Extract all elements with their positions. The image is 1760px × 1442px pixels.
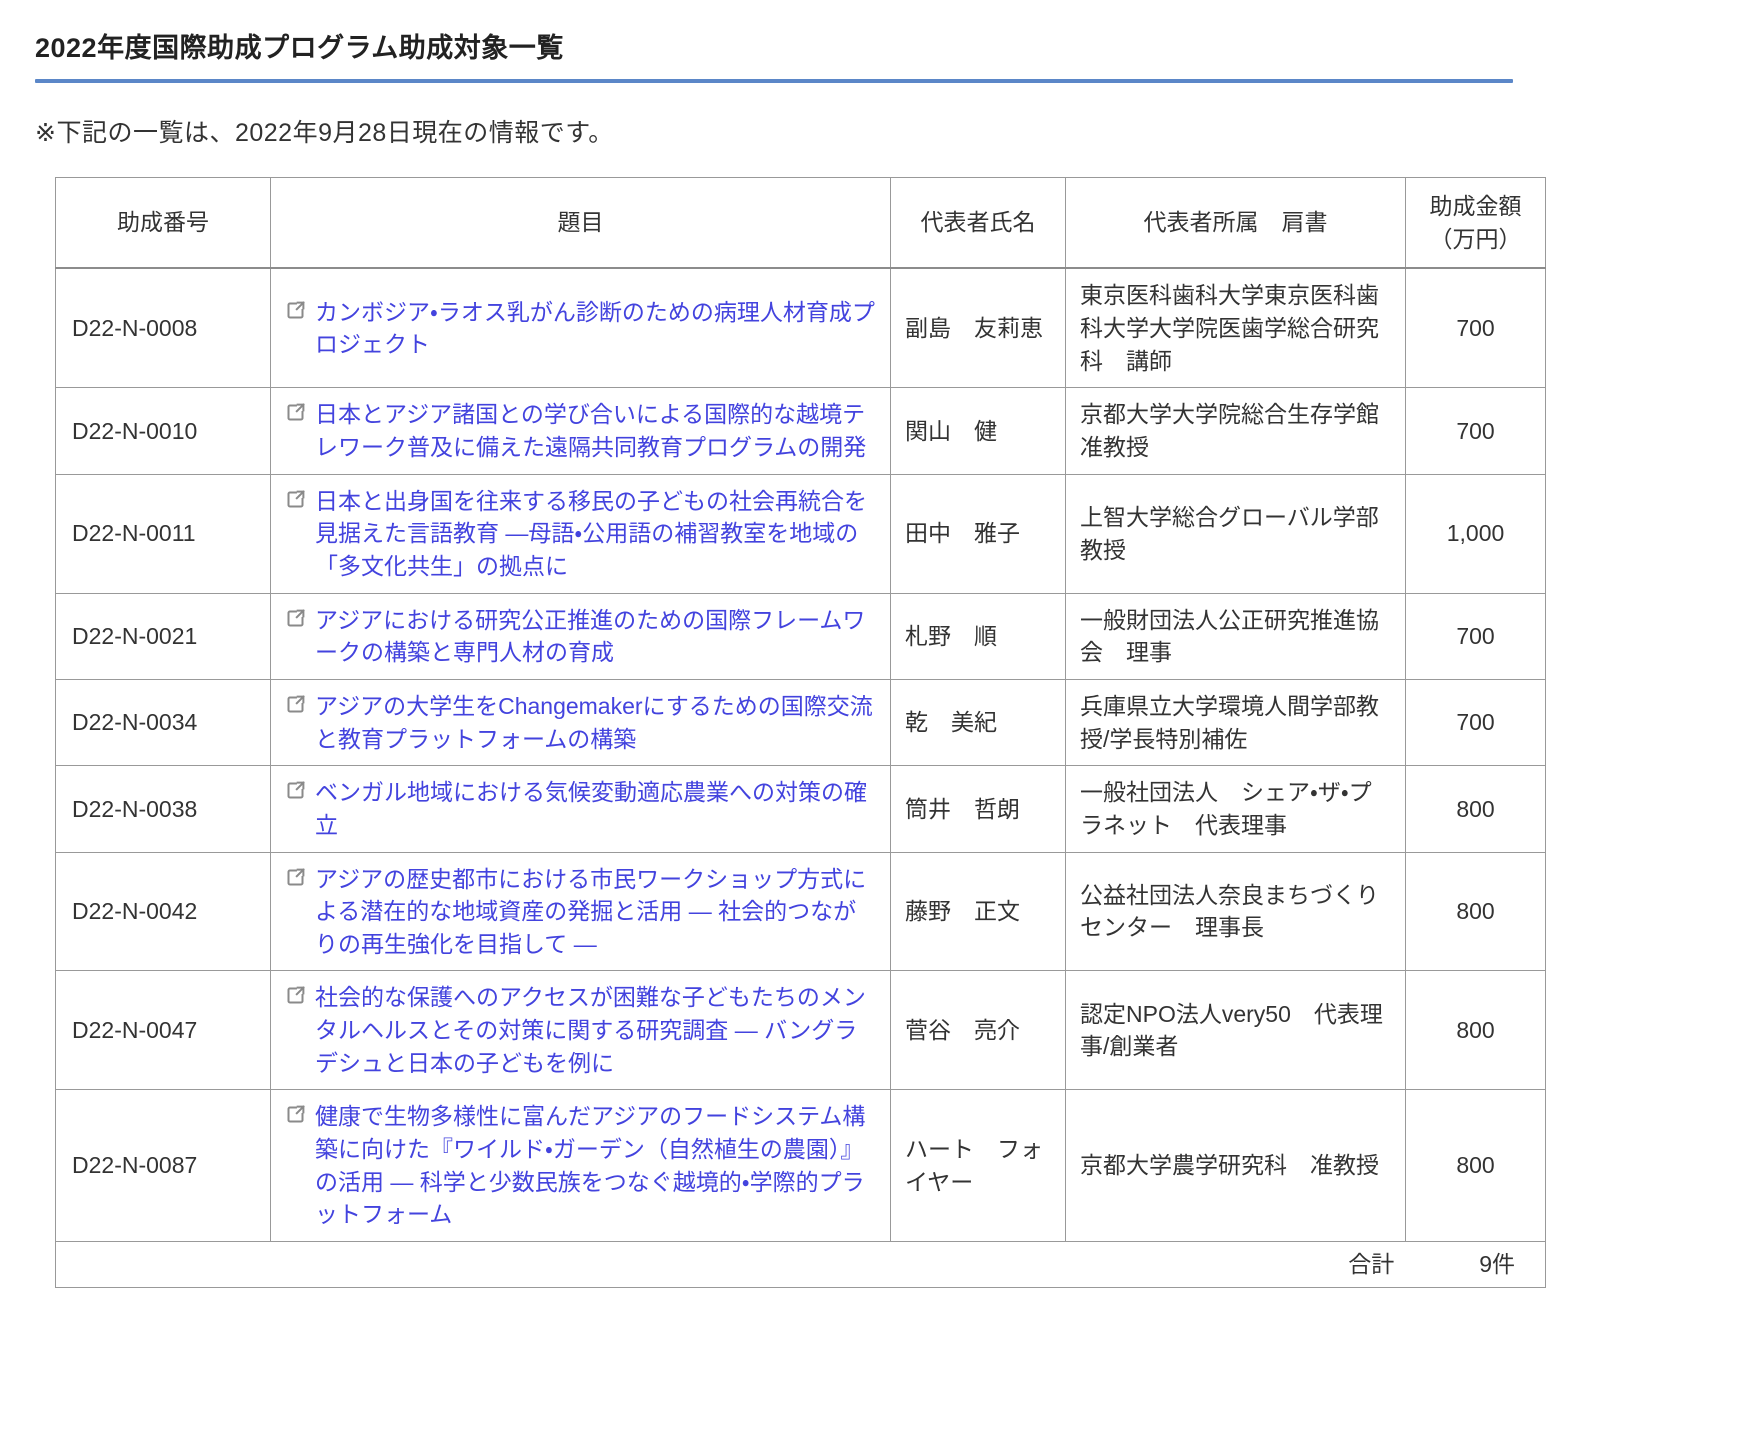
- grant-amount: 800: [1405, 1089, 1546, 1243]
- external-link-icon: [285, 780, 306, 801]
- header-project-title: 題目: [270, 177, 891, 270]
- table-row: D22-N-0011 日本と出身国を往来する移民の子どもの社会再統合を見据えた言…: [55, 473, 1546, 594]
- grant-number: D22-N-0010: [55, 387, 271, 475]
- grant-amount: 800: [1405, 851, 1546, 972]
- representative-name: 藤野 正文: [890, 851, 1066, 972]
- affiliation: 上智大学総合グローバル学部教授: [1065, 473, 1406, 594]
- external-link-icon: [285, 608, 306, 629]
- header-grant-number: 助成番号: [55, 177, 271, 270]
- external-link-icon: [285, 1104, 306, 1125]
- project-title-link[interactable]: アジアの歴史都市における市民ワークショップ方式による潜在的な地域資産の発掘と活用…: [315, 863, 876, 961]
- table-row: D22-N-0042 アジアの歴史都市における市民ワークショップ方式による潜在的…: [55, 851, 1546, 972]
- grant-amount: 700: [1405, 678, 1546, 767]
- project-title-link[interactable]: カンボジア・ラオス乳がん診断のための病理人材育成プロジェクト: [315, 296, 876, 361]
- page-title: 2022年度国際助成プログラム助成対象一覧: [35, 33, 564, 63]
- total-label: 合計: [1348, 1251, 1395, 1278]
- grant-number: D22-N-0087: [55, 1089, 271, 1243]
- table-row: D22-N-0038 ベンガル地域における気候変動適応農業への対策の確立 筒井 …: [55, 765, 1546, 853]
- grant-number: D22-N-0034: [55, 678, 271, 767]
- project-title-link[interactable]: 社会的な保護へのアクセスが困難な子どもたちのメンタルヘルスとその対策に関する研究…: [315, 981, 876, 1079]
- affiliation: 認定NPO法人very50 代表理事/創業者: [1065, 970, 1406, 1091]
- grant-number: D22-N-0047: [55, 970, 271, 1091]
- table-row: D22-N-0008 カンボジア・ラオス乳がん診断のための病理人材育成プロジェク…: [55, 267, 1546, 389]
- grant-number: D22-N-0008: [55, 267, 271, 389]
- project-title-link[interactable]: 日本とアジア諸国との学び合いによる国際的な越境テレワーク普及に備えた遠隔共同教育…: [315, 398, 876, 463]
- grant-amount: 700: [1405, 267, 1546, 389]
- external-link-icon: [285, 300, 306, 321]
- grant-amount: 700: [1405, 387, 1546, 475]
- affiliation: 一般財団法人公正研究推進協会 理事: [1065, 592, 1406, 680]
- project-title-link[interactable]: アジアの大学生をChangemakerにするための国際交流と教育プラットフォーム…: [315, 690, 876, 755]
- table-row: D22-N-0021 アジアにおける研究公正推進のための国際フレームワークの構築…: [55, 592, 1546, 680]
- representative-name: 関山 健: [890, 387, 1066, 475]
- external-link-icon: [285, 489, 306, 510]
- project-title-link[interactable]: ベンガル地域における気候変動適応農業への対策の確立: [315, 776, 876, 841]
- project-title-link[interactable]: 健康で生物多様性に富んだアジアのフードシステム構築に向けた『ワイルド・ガーデン（…: [315, 1100, 876, 1231]
- table-row: D22-N-0034 アジアの大学生をChangemakerにするための国際交流…: [55, 678, 1546, 767]
- table-row: D22-N-0047 社会的な保護へのアクセスが困難な子どもたちのメンタルヘルス…: [55, 970, 1546, 1091]
- header-affiliation: 代表者所属 肩書: [1065, 177, 1406, 270]
- page-content: 2022年度国際助成プログラム助成対象一覧 ※下記の一覧は、2022年9月28日…: [0, 0, 1760, 1318]
- header-representative-name: 代表者氏名: [890, 177, 1066, 270]
- grant-number: D22-N-0021: [55, 592, 271, 680]
- total-cell: 合計 9件: [55, 1241, 1546, 1288]
- as-of-date-note: ※下記の一覧は、2022年9月28日現在の情報です。: [35, 119, 614, 147]
- grants-table: 助成番号 題目 代表者氏名 代表者所属 肩書 助成金額 （万円） D22-N-0…: [55, 177, 1546, 1288]
- representative-name: ハート フォイヤー: [890, 1089, 1066, 1243]
- project-title-link[interactable]: アジアにおける研究公正推進のための国際フレームワークの構築と専門人材の育成: [315, 604, 876, 669]
- affiliation: 兵庫県立大学環境人間学部教授/学長特別補佐: [1065, 678, 1406, 767]
- representative-name: 田中 雅子: [890, 473, 1066, 594]
- external-link-icon: [285, 867, 306, 888]
- table-header-row: 助成番号 題目 代表者氏名 代表者所属 肩書 助成金額 （万円）: [55, 177, 1546, 270]
- affiliation: 京都大学大学院総合生存学館准教授: [1065, 387, 1406, 475]
- grant-number: D22-N-0042: [55, 851, 271, 972]
- grant-number: D22-N-0011: [55, 473, 271, 594]
- header-grant-amount: 助成金額 （万円）: [1405, 177, 1546, 270]
- grant-number: D22-N-0038: [55, 765, 271, 853]
- representative-name: 筒井 哲朗: [890, 765, 1066, 853]
- grant-amount: 800: [1405, 765, 1546, 853]
- grant-amount: 800: [1405, 970, 1546, 1091]
- table-row: D22-N-0087 健康で生物多様性に富んだアジアのフードシステム構築に向けた…: [55, 1089, 1546, 1243]
- table-footer-row: 合計 9件: [55, 1241, 1546, 1288]
- grant-amount: 1,000: [1405, 473, 1546, 594]
- affiliation: 一般社団法人 シェア・ザ・プラネット 代表理事: [1065, 765, 1406, 853]
- table-row: D22-N-0010 日本とアジア諸国との学び合いによる国際的な越境テレワーク普…: [55, 387, 1546, 475]
- representative-name: 乾 美紀: [890, 678, 1066, 767]
- affiliation: 東京医科歯科大学東京医科歯科大学大学院医歯学総合研究科 講師: [1065, 267, 1406, 389]
- title-underline-rule: [35, 79, 1513, 83]
- affiliation: 京都大学農学研究科 准教授: [1065, 1089, 1406, 1243]
- representative-name: 副島 友莉恵: [890, 267, 1066, 389]
- affiliation: 公益社団法人奈良まちづくりセンター 理事長: [1065, 851, 1406, 972]
- external-link-icon: [285, 402, 306, 423]
- representative-name: 札野 順: [890, 592, 1066, 680]
- project-title-link[interactable]: 日本と出身国を往来する移民の子どもの社会再統合を見据えた言語教育 ―母語・公用語…: [315, 485, 876, 583]
- external-link-icon: [285, 694, 306, 715]
- total-count: 9件: [1479, 1251, 1515, 1278]
- representative-name: 菅谷 亮介: [890, 970, 1066, 1091]
- grant-amount: 700: [1405, 592, 1546, 680]
- external-link-icon: [285, 985, 306, 1006]
